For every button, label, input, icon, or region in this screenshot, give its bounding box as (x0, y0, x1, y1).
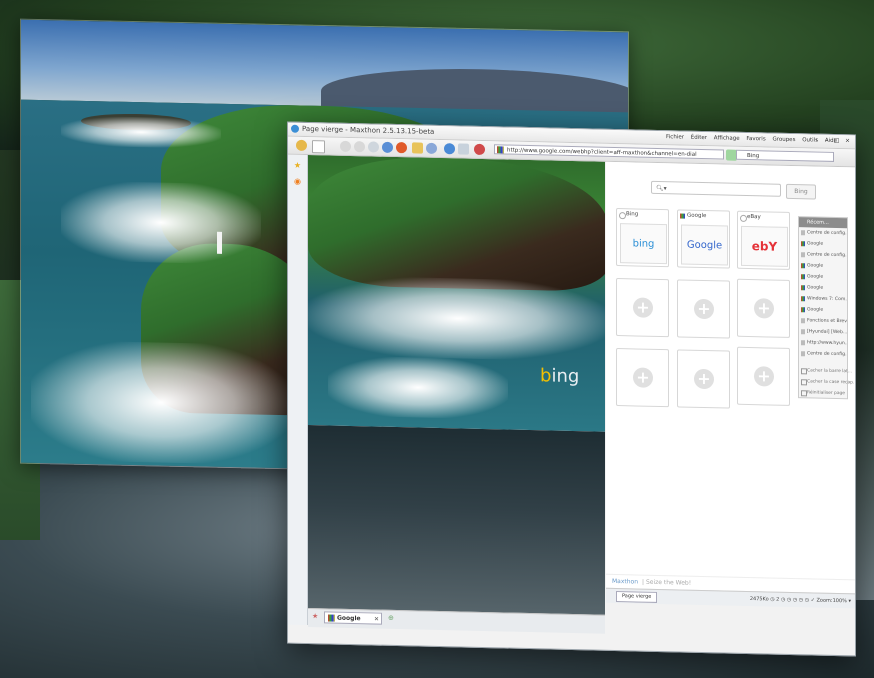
add-icon: + (754, 366, 774, 387)
new-page-icon[interactable] (312, 140, 325, 154)
stop-icon[interactable] (396, 142, 407, 154)
ebay-thumbnail: ebY (741, 225, 788, 267)
menu-favorites[interactable]: Favoris (746, 136, 765, 142)
maxthon-app-icon (291, 124, 299, 133)
page-background-lower (308, 425, 605, 632)
photo-foam (61, 180, 261, 265)
google-favicon-icon (497, 146, 504, 154)
close-button[interactable]: × (843, 137, 852, 145)
search-icon: 🔍︎▾ (656, 184, 667, 193)
speed-dial-search-button[interactable]: Bing (786, 183, 816, 200)
recent-pages-panel: Récem... Centre de config... Google Cent… (798, 216, 854, 400)
tab-google[interactable]: Google × (324, 611, 382, 626)
menu-view[interactable]: Affichage (714, 135, 740, 142)
photo-foam-lower (31, 339, 291, 466)
undo-icon[interactable] (426, 142, 437, 154)
page-background-photo: bing (308, 155, 605, 432)
rss-icon[interactable]: ◉ (293, 177, 302, 186)
address-bar[interactable]: http://www.google.com/webhp?client=aff-m… (494, 144, 724, 160)
status-info[interactable]: 2475Ko ◷ 2 ◷ ◷ ◷ ◷ ◷ ✓ Zoom:100% ▾ (750, 592, 851, 608)
page-icon (740, 214, 747, 222)
user-icon[interactable] (296, 139, 307, 151)
bing-watermark: bing (540, 365, 580, 388)
maxthon-tagline: | Seize the Web! (642, 578, 692, 587)
speed-dial-empty-tile[interactable]: + (616, 278, 669, 338)
google-thumbnail: Google (681, 224, 728, 266)
speed-dial-tile-ebay[interactable]: eBay ebY (737, 210, 790, 270)
add-icon: + (754, 298, 774, 319)
home-icon[interactable] (412, 142, 423, 154)
speed-dial-empty-tile[interactable]: + (737, 346, 790, 406)
recent-item[interactable]: Centre de config... (799, 348, 847, 360)
tile-label: Google (687, 212, 707, 220)
maximize-button[interactable]: □ (832, 137, 841, 145)
speed-dial-tile-bing[interactable]: Bing bing (616, 208, 669, 268)
adblock-icon[interactable] (474, 143, 485, 156)
history-icon[interactable] (368, 141, 379, 153)
minimize-button[interactable]: – (822, 137, 831, 145)
forward-icon[interactable] (354, 141, 365, 153)
photo-foam-waves (308, 275, 605, 362)
maxthon-brand[interactable]: Maxthon (612, 578, 638, 586)
speed-dial-panel: 🔍︎▾ Bing Bing bing Google Google eBay eb… (606, 161, 855, 580)
photo-foam-top (61, 115, 221, 149)
page-icon (619, 212, 626, 220)
speed-dial-empty-tile[interactable]: + (677, 349, 730, 409)
add-icon: + (633, 367, 653, 388)
speed-dial-empty-tile[interactable]: + (616, 348, 669, 408)
add-icon: + (694, 368, 714, 390)
restore-down-button[interactable]: ‹ (812, 136, 821, 144)
menu-file[interactable]: Fichier (666, 134, 684, 140)
panel-option-checkbox[interactable]: Réinitialiser page (799, 387, 847, 399)
tab-close-button[interactable]: × (374, 614, 379, 626)
clock-icon[interactable] (444, 143, 455, 155)
speed-dial-tile-google[interactable]: Google Google (677, 209, 730, 269)
speed-dial-search-input[interactable]: 🔍︎▾ (651, 180, 781, 197)
tile-label: eBay (747, 213, 761, 221)
screenshot-icon[interactable] (458, 143, 469, 155)
status-tab[interactable]: Page vierge (616, 591, 658, 603)
photo-foam-bottom (328, 355, 508, 420)
back-icon[interactable] (340, 140, 351, 152)
bing-thumbnail: bing (620, 223, 667, 265)
google-favicon-icon (680, 213, 685, 219)
refresh-icon[interactable] (382, 141, 393, 153)
lighthouse-icon (217, 231, 222, 254)
menu-groups[interactable]: Groupes (772, 137, 795, 144)
favorite-star-icon[interactable]: ★ (312, 612, 318, 620)
menu-edit[interactable]: Éditer (691, 135, 707, 141)
new-tab-icon[interactable]: ⊕ (388, 614, 394, 622)
window-title: Page vierge - Maxthon 2.5.13.15-beta (302, 124, 435, 136)
star-icon[interactable]: ★ (293, 161, 302, 170)
google-favicon-icon (328, 614, 335, 622)
tab-label: Google (337, 614, 361, 623)
tile-label: Bing (626, 211, 639, 218)
search-box[interactable]: Bing (736, 149, 834, 162)
add-icon: + (633, 297, 653, 318)
speed-dial-empty-tile[interactable]: + (737, 278, 790, 338)
sidebar: ★ ◉ (288, 154, 308, 626)
browser-window[interactable]: Page vierge - Maxthon 2.5.13.15-beta Fic… (287, 121, 856, 657)
speed-dial-empty-tile[interactable]: + (677, 279, 730, 339)
search-value: Bing (747, 152, 760, 160)
add-icon: + (694, 298, 714, 320)
